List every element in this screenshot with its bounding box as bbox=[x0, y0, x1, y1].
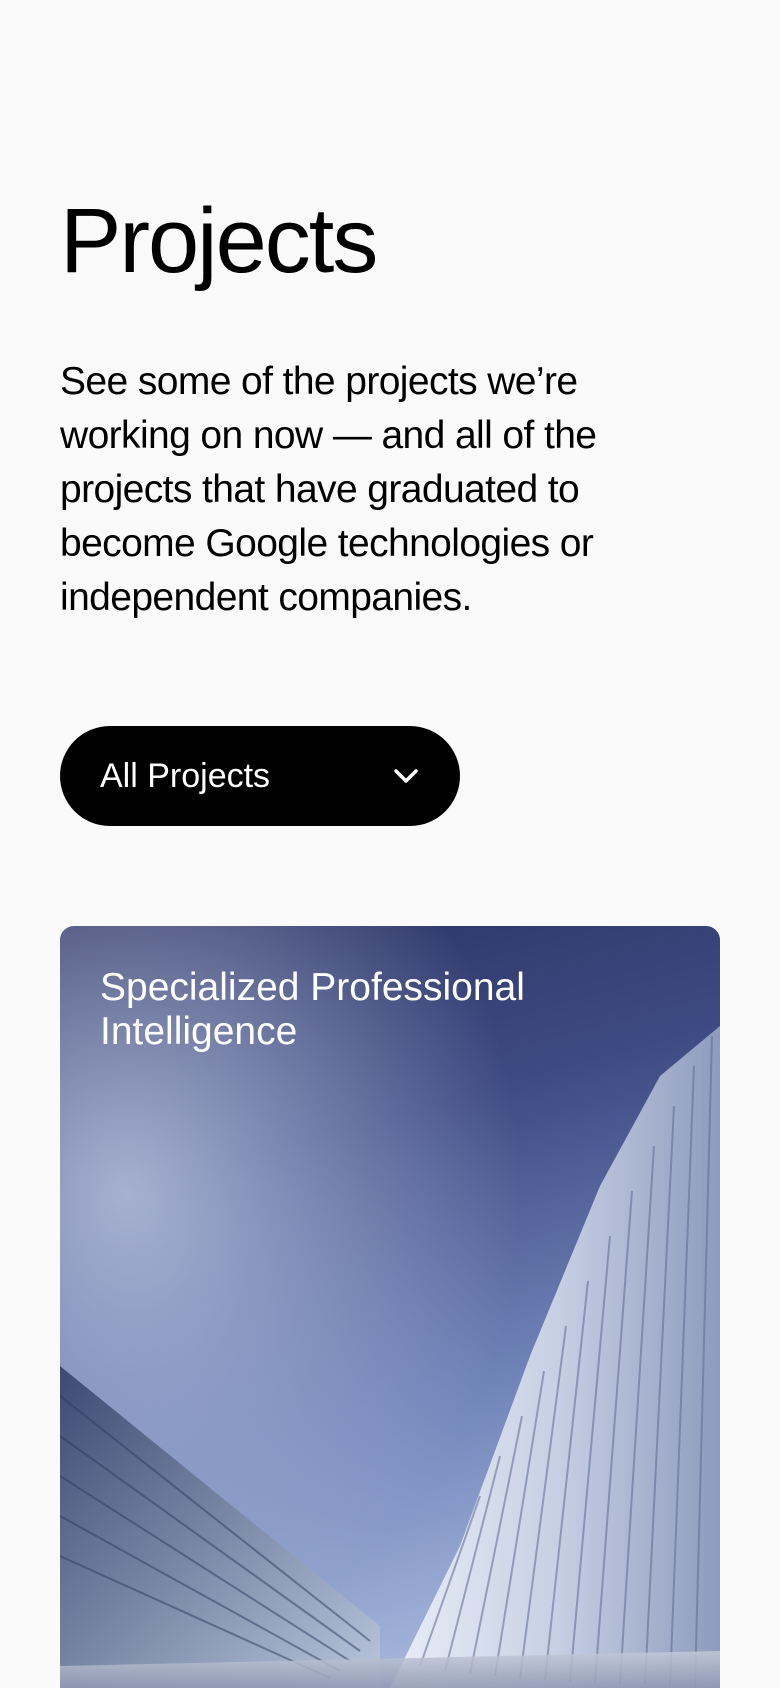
page-intro: See some of the projects we’re working o… bbox=[60, 360, 597, 619]
projects-page: Projects See some of the projects we’re … bbox=[0, 0, 780, 1688]
project-card-title: Specialized Professional Intelligence bbox=[100, 966, 525, 1053]
page-title: Projects bbox=[60, 190, 378, 292]
project-card[interactable]: Specialized Professional Intelligence bbox=[60, 926, 720, 1688]
filter-label: All Projects bbox=[100, 756, 271, 795]
project-filter-dropdown[interactable]: All Projects bbox=[60, 726, 460, 826]
chevron-down-icon bbox=[390, 760, 422, 792]
